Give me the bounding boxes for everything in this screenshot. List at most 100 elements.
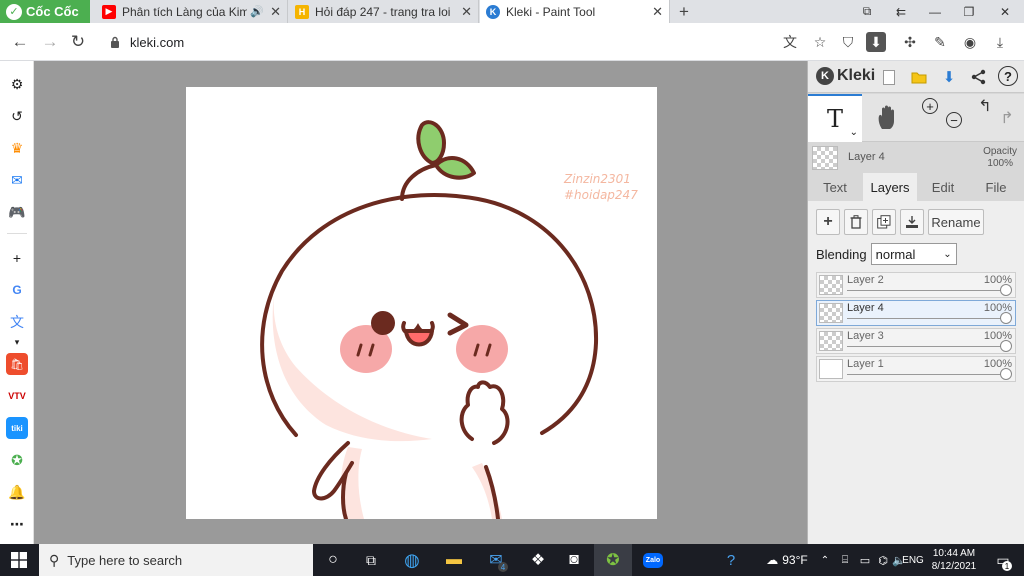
taskbar-search-box[interactable]: ⚲ Type here to search (39, 544, 313, 576)
coccoc-menu-button[interactable]: ✓ Cốc Cốc (0, 0, 90, 23)
notification-center-icon[interactable]: ▭ 1 (988, 544, 1018, 576)
close-window-button[interactable]: ✕ (988, 0, 1022, 23)
tablet-icon[interactable]: ⌸ (836, 544, 854, 576)
zoom-out-button[interactable]: − (944, 108, 964, 132)
new-image-button[interactable] (878, 66, 900, 88)
zalo-icon[interactable]: Zalo (636, 544, 670, 576)
layer-item[interactable]: Layer 2 100% (816, 272, 1016, 298)
task-view-icon[interactable]: ⧉ (356, 544, 386, 576)
layer-item[interactable]: Layer 1 100% (816, 356, 1016, 382)
drawing-artwork (260, 120, 599, 519)
add-icon[interactable]: + (6, 247, 28, 269)
back-arrow-icon[interactable]: ⇇ (884, 0, 918, 23)
open-folder-icon[interactable] (908, 66, 930, 88)
edge-icon[interactable]: ◍ (396, 544, 428, 576)
redo-button[interactable]: ↱ (998, 106, 1016, 130)
settings-gear-icon[interactable]: ⚙ (6, 73, 28, 95)
clock[interactable]: 10:44 AM 8/12/2021 (926, 544, 982, 576)
translate-icon[interactable]: 文 (780, 32, 800, 52)
opacity-slider-track[interactable] (847, 346, 1007, 347)
delete-layer-button[interactable] (844, 209, 868, 235)
opacity-slider-track[interactable] (847, 374, 1007, 375)
tab-layers[interactable]: Layers (863, 173, 917, 201)
chevron-down-icon[interactable]: ▾ (6, 331, 28, 353)
chevron-up-icon[interactable]: ⌃ (818, 544, 832, 576)
minimize-button[interactable]: — (918, 0, 952, 23)
canvas-workspace[interactable]: Zinzin2301 #hoidap247 (34, 61, 807, 544)
google-icon[interactable]: G (6, 279, 28, 301)
mail-icon[interactable]: ✉ 4 (480, 544, 512, 576)
blending-select[interactable]: normal ⌄ (870, 243, 957, 265)
vtv-icon[interactable]: VTV (6, 385, 28, 407)
weather-widget[interactable]: ☁ 93°F (760, 544, 814, 576)
add-layer-button[interactable]: + (816, 209, 840, 235)
text-tool-button[interactable]: T ⌄ (808, 94, 862, 142)
layer-item[interactable]: Layer 3 100% (816, 328, 1016, 354)
gamepad-icon[interactable]: 🎮 (6, 201, 28, 223)
opacity-slider-track[interactable] (847, 290, 1007, 291)
cortana-icon[interactable]: ○ (318, 544, 348, 576)
dropbox-icon[interactable]: ❖ (522, 544, 554, 576)
tab-youtube[interactable]: ▶ Phân tích Làng của Kim L 🔊 ✕ (96, 0, 288, 23)
reload-button[interactable]: ↻ (66, 30, 90, 54)
battery-icon[interactable]: ▭ (856, 544, 874, 576)
download-extension-icon[interactable]: ⬇ (866, 32, 886, 52)
back-button[interactable]: ← (8, 30, 32, 54)
notification-bell-icon[interactable]: 🔔 (6, 481, 28, 503)
coccoc-taskbar-icon[interactable]: ✪ (594, 544, 632, 576)
help-icon[interactable]: ? (716, 544, 746, 576)
tab-hoidap247[interactable]: H Hỏi đáp 247 - trang tra loi ✕ (289, 0, 479, 23)
url-bar[interactable]: kleki.com (100, 29, 770, 55)
downloads-icon[interactable]: ⤓ (990, 32, 1010, 52)
duplicate-layer-button[interactable] (872, 209, 896, 235)
dev-tools-icon[interactable]: ✎ (930, 32, 950, 52)
save-download-icon[interactable]: ⬇ (938, 66, 960, 88)
tab-title: Hỏi đáp 247 - trang tra loi (315, 4, 451, 19)
layer-item-selected[interactable]: Layer 4 100% (816, 300, 1016, 326)
file-explorer-icon[interactable]: ▬ (438, 544, 470, 576)
tab-file[interactable]: File (970, 173, 1022, 201)
start-button[interactable] (0, 544, 38, 576)
profile-icon[interactable]: ◉ (960, 32, 980, 52)
new-tab-button[interactable]: + (674, 0, 694, 23)
shield-icon[interactable]: ⛉ (838, 32, 858, 52)
share-icon[interactable] (968, 66, 990, 88)
coccoc-map-icon[interactable]: ✪ (6, 449, 28, 471)
shopee-icon[interactable]: 🛍 (6, 353, 28, 375)
tab-search-icon[interactable]: ⧉ (850, 0, 884, 23)
zoom-in-button[interactable]: + (920, 94, 940, 118)
opacity-slider-handle[interactable] (1000, 368, 1012, 380)
tab-edit[interactable]: Edit (920, 173, 966, 201)
chevron-down-icon[interactable]: ⌄ (850, 127, 858, 138)
bookmark-star-icon[interactable]: ☆ (810, 32, 830, 52)
hand-tool-button[interactable] (868, 94, 908, 142)
forward-button[interactable]: → (38, 30, 62, 54)
merge-down-button[interactable] (900, 209, 924, 235)
language-indicator[interactable]: ENG (902, 544, 924, 576)
tab-text[interactable]: Text (810, 173, 860, 201)
messenger-icon[interactable]: ✉ (6, 169, 28, 191)
lock-icon[interactable] (108, 35, 122, 49)
more-options-icon[interactable]: ⋯ (6, 513, 28, 535)
opacity-slider-track[interactable] (847, 318, 1007, 319)
app-icon[interactable]: ◙ (558, 544, 590, 576)
close-icon[interactable]: ✕ (652, 4, 663, 20)
close-icon[interactable]: ✕ (461, 4, 472, 20)
opacity-slider-handle[interactable] (1000, 312, 1012, 324)
restore-button[interactable]: ❐ (952, 0, 986, 23)
undo-button[interactable]: ↰ (976, 94, 994, 118)
close-icon[interactable]: ✕ (270, 4, 281, 20)
speaker-icon[interactable]: 🔊 (250, 5, 264, 18)
puzzle-icon[interactable]: ✣ (900, 32, 920, 52)
history-icon[interactable]: ↺ (6, 105, 28, 127)
crown-icon[interactable]: ♛ (6, 137, 28, 159)
help-icon[interactable]: ? (998, 66, 1018, 86)
rename-layer-button[interactable]: Rename (928, 209, 984, 235)
tab-kleki[interactable]: K Kleki - Paint Tool ✕ (480, 0, 670, 23)
opacity-slider-handle[interactable] (1000, 284, 1012, 296)
drawing-canvas[interactable]: Zinzin2301 #hoidap247 (186, 87, 657, 519)
tiki-icon[interactable]: tiki (6, 417, 28, 439)
google-translate-icon[interactable]: 文 (6, 311, 28, 333)
kleki-header: K Kleki ⬇ ? (808, 61, 1024, 93)
opacity-slider-handle[interactable] (1000, 340, 1012, 352)
